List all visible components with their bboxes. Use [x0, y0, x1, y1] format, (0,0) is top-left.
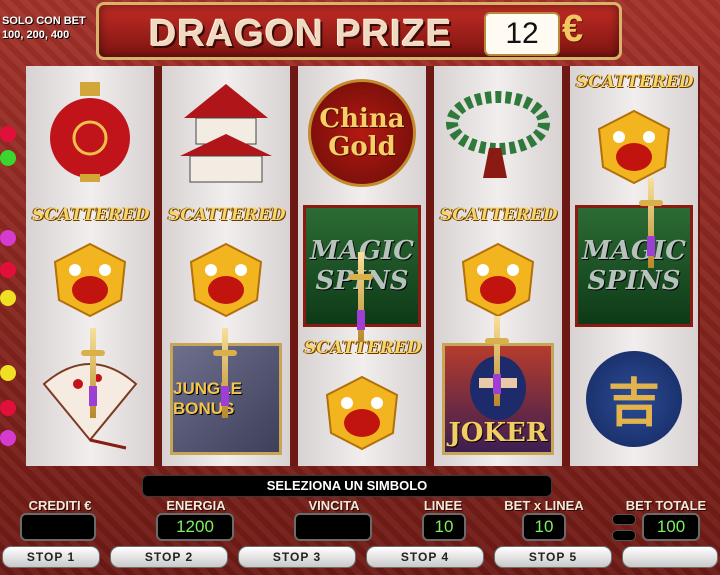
- linee-label: LINEE: [423, 498, 463, 513]
- gem-icon: [0, 290, 16, 306]
- dragon-mask-icon: [461, 242, 535, 317]
- bet-note-line2: 100, 200, 400: [2, 29, 70, 41]
- bet-totale-label: BET TOTALE: [625, 498, 707, 513]
- reel-2[interactable]: SCATTERED JUNGLE BONUS: [162, 66, 290, 466]
- energia-display: 1200: [156, 513, 234, 541]
- extra-button[interactable]: [622, 546, 718, 568]
- linee-display[interactable]: 10: [422, 513, 466, 541]
- dragon-mask-icon: [189, 242, 263, 317]
- dragon-mask-icon: [597, 109, 671, 184]
- stop-1-button[interactable]: STOP 1: [2, 546, 100, 568]
- bet-totale-display[interactable]: 100: [642, 513, 700, 541]
- gem-icon: [0, 400, 16, 416]
- crediti-display: [20, 513, 96, 541]
- gem-icon: [0, 430, 16, 446]
- energia-label: ENERGIA: [166, 498, 226, 513]
- gem-icon: [0, 365, 16, 381]
- china-gold-line1: China: [319, 103, 405, 134]
- sai-marker-icon: [349, 252, 373, 342]
- symbol-scattered[interactable]: SCATTERED: [298, 332, 426, 465]
- symbol-magic-spins[interactable]: MAGIC SPINS: [570, 199, 698, 332]
- reel-1[interactable]: SCATTERED: [26, 66, 154, 466]
- kanji-coin-icon: 吉: [586, 350, 682, 447]
- stop-4-button[interactable]: STOP 4: [366, 546, 484, 568]
- symbol-jade-beads[interactable]: [434, 66, 562, 199]
- bet-linea-label: BET x LINEA: [504, 498, 584, 513]
- prize-value: 12: [484, 12, 560, 56]
- bet-totale-down-indicator: [612, 530, 636, 541]
- dragon-mask-icon: [53, 242, 127, 317]
- gem-icon: [0, 126, 16, 142]
- game-title: DRAGON PRIZE: [149, 13, 453, 55]
- scattered-label: SCATTERED: [440, 205, 558, 225]
- symbol-china-gold[interactable]: China Gold: [298, 66, 426, 199]
- china-gold-line2: Gold: [328, 131, 396, 162]
- currency-symbol: €: [562, 8, 584, 50]
- sai-marker-icon: [639, 178, 663, 268]
- stop-5-button[interactable]: STOP 5: [494, 546, 612, 568]
- scattered-label: SCATTERED: [168, 205, 286, 225]
- symbol-scattered[interactable]: SCATTERED: [26, 199, 154, 332]
- reel-4[interactable]: SCATTERED JOKER: [434, 66, 562, 466]
- vincita-display: [294, 513, 372, 541]
- symbol-red-lantern[interactable]: [26, 66, 154, 199]
- magic-spins-line1: MAGIC: [581, 235, 686, 266]
- pagoda-icon: [180, 83, 272, 182]
- reel-3[interactable]: China Gold MAGIC SPINS SCATTERED: [298, 66, 426, 466]
- scattered-label: SCATTERED: [32, 205, 150, 225]
- gem-icon: [0, 262, 16, 278]
- crediti-label: CREDITI €: [28, 498, 92, 513]
- reels-area: SCATTERED SCATTERED JUNGLE BONUS China G…: [26, 66, 700, 466]
- bet-note-line1: SOLO CON BET: [2, 15, 86, 27]
- bet-requirement-note: SOLO CON BET 100, 200, 400: [2, 14, 94, 42]
- status-message: SELEZIONA UN SIMBOLO: [142, 475, 552, 497]
- lantern-icon: [50, 81, 130, 182]
- magic-spins-line2: SPINS: [587, 265, 681, 296]
- symbol-scattered[interactable]: SCATTERED: [570, 66, 698, 199]
- vincita-label: VINCITA: [308, 498, 360, 513]
- sai-marker-icon: [485, 316, 509, 406]
- scattered-label: SCATTERED: [576, 72, 694, 92]
- gem-icon: [0, 150, 16, 166]
- reel-5[interactable]: SCATTERED MAGIC SPINS 吉: [570, 66, 698, 466]
- symbol-scattered[interactable]: SCATTERED: [162, 199, 290, 332]
- bet-totale-up-indicator: [612, 514, 636, 525]
- bet-linea-display[interactable]: 10: [522, 513, 566, 541]
- dragon-mask-icon: [325, 375, 399, 450]
- joker-label: JOKER: [448, 417, 548, 448]
- symbol-kanji-coin[interactable]: 吉: [570, 332, 698, 465]
- symbol-pagoda[interactable]: [162, 66, 290, 199]
- magic-spins-badge: MAGIC SPINS: [575, 204, 693, 327]
- stop-3-button[interactable]: STOP 3: [238, 546, 356, 568]
- stop-2-button[interactable]: STOP 2: [110, 546, 228, 568]
- jade-beads-icon: [446, 90, 550, 178]
- china-gold-badge: China Gold: [308, 78, 416, 187]
- sai-marker-icon: [81, 328, 105, 418]
- sai-marker-icon: [213, 328, 237, 418]
- gem-icon: [0, 230, 16, 246]
- symbol-scattered[interactable]: SCATTERED: [434, 199, 562, 332]
